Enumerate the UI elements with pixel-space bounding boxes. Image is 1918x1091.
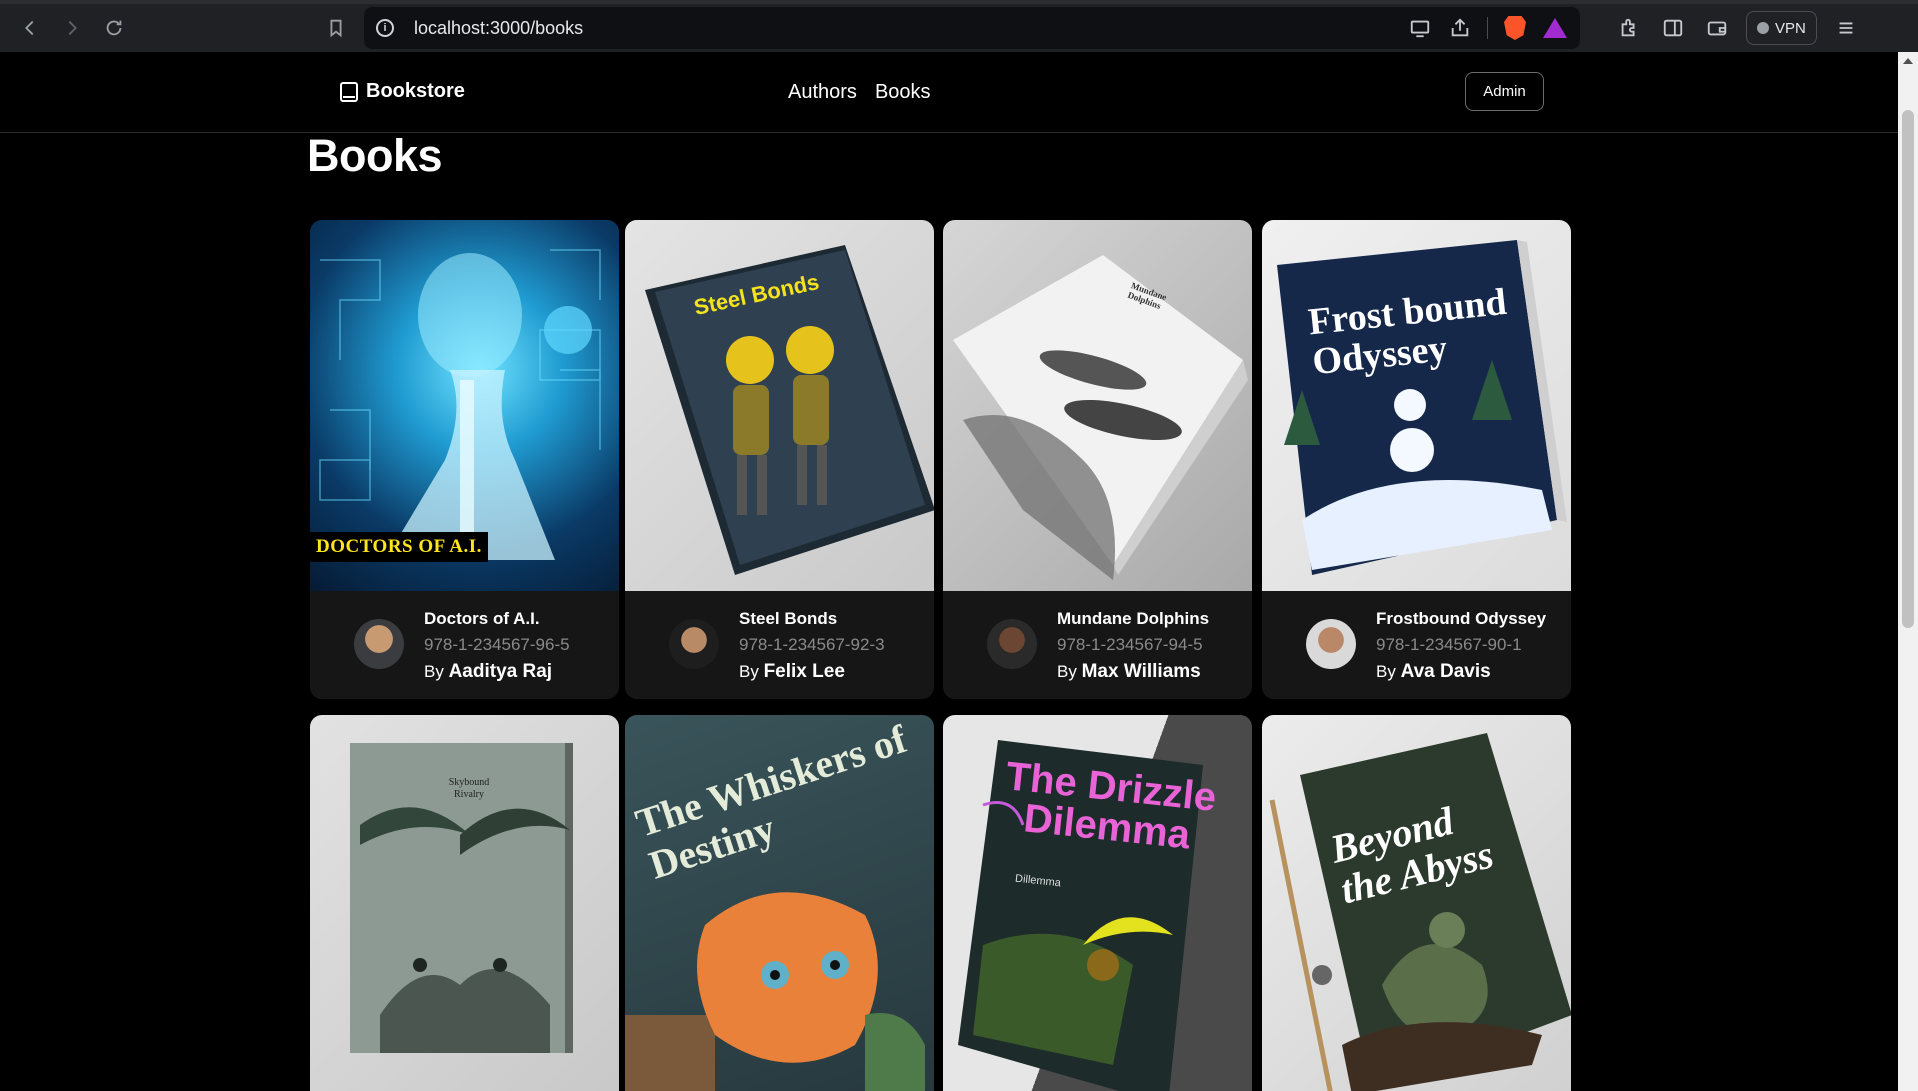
author-name[interactable]: Felix Lee <box>764 661 845 682</box>
book-author: By Felix Lee <box>739 661 845 682</box>
author-name[interactable]: Aaditya Raj <box>449 661 552 682</box>
book-card[interactable]: DOCTORS OF A.I. Doctors of A.I. 978-1-23… <box>310 220 619 699</box>
menu-icon[interactable] <box>1831 13 1861 43</box>
wallet-icon[interactable] <box>1702 13 1732 43</box>
book-cover[interactable]: DOCTORS OF A.I. <box>310 220 619 591</box>
book-title[interactable]: Steel Bonds <box>739 609 885 629</box>
admin-button[interactable]: Admin <box>1465 72 1544 111</box>
book-cover[interactable]: Frost bound Odyssey <box>1262 220 1571 591</box>
book-isbn: 978-1-234567-90-1 <box>1376 635 1522 654</box>
cover-title-text: Skybound Rivalry <box>448 777 490 800</box>
address-bar[interactable]: i localhost:3000/books <box>364 7 1580 49</box>
book-title[interactable]: Doctors of A.I. <box>424 609 570 629</box>
book-card[interactable]: Mundane Dolphins Mundane Dolphins 978-1-… <box>943 220 1252 699</box>
sidebar-icon[interactable] <box>1658 13 1688 43</box>
book-meta: Frostbound Odyssey 978-1-234567-90-1 By … <box>1262 591 1571 699</box>
book-icon <box>340 81 358 102</box>
book-card[interactable]: The Drizzle Dilemma Dillemma <box>943 715 1252 1091</box>
cover-title-text: DOCTORS OF A.I. <box>310 532 488 562</box>
site-info-icon[interactable]: i <box>376 19 394 37</box>
brave-rewards-icon[interactable] <box>1542 15 1568 41</box>
book-cover[interactable]: Beyond the Abyss <box>1262 715 1571 1091</box>
bookmark-icon[interactable] <box>316 8 356 48</box>
author-name[interactable]: Max Williams <box>1082 661 1201 682</box>
scrollbar-thumb[interactable] <box>1902 110 1914 628</box>
book-title[interactable]: Frostbound Odyssey <box>1376 609 1546 629</box>
book-card[interactable]: Frost bound Odyssey Frostbound Odyssey 9… <box>1262 220 1571 699</box>
book-meta: Mundane Dolphins 978-1-234567-94-5 By Ma… <box>943 591 1252 699</box>
book-card[interactable]: Beyond the Abyss <box>1262 715 1571 1091</box>
reload-icon[interactable] <box>94 8 134 48</box>
author-avatar <box>1306 619 1356 669</box>
share-icon[interactable] <box>1447 15 1473 41</box>
book-cover[interactable]: The Drizzle Dilemma Dillemma <box>943 715 1252 1091</box>
book-meta: Steel Bonds 978-1-234567-92-3 By Felix L… <box>625 591 934 699</box>
book-card[interactable]: Skybound Rivalry <box>310 715 619 1091</box>
book-card[interactable]: The Whiskers of Destiny <box>625 715 934 1091</box>
book-author: By Aaditya Raj <box>424 661 553 682</box>
cover-illustration <box>1269 733 1571 1091</box>
book-cover[interactable]: Skybound Rivalry <box>310 715 619 1091</box>
book-author: By Ava Davis <box>1376 661 1491 682</box>
page-scrollbar[interactable] <box>1898 52 1918 1091</box>
site-header: Bookstore Authors Books Admin <box>0 52 1898 133</box>
scroll-up-icon[interactable] <box>1903 58 1913 64</box>
book-card[interactable]: Steel Bonds Steel Bonds 978-1-234567-92-… <box>625 220 934 699</box>
nav-authors[interactable]: Authors <box>788 81 857 104</box>
browser-toolbar: i localhost:3000/books VPN <box>0 0 1918 52</box>
cover-illustration <box>1277 240 1567 575</box>
book-cover[interactable]: The Whiskers of Destiny <box>625 715 934 1091</box>
extensions-icon[interactable] <box>1614 13 1644 43</box>
brand-link[interactable]: Bookstore <box>340 80 465 103</box>
brave-shields-icon[interactable] <box>1502 15 1528 41</box>
vpn-label: VPN <box>1775 19 1806 37</box>
book-isbn: 978-1-234567-94-5 <box>1057 635 1203 654</box>
author-avatar <box>669 619 719 669</box>
url-text[interactable]: localhost:3000/books <box>414 18 1407 39</box>
book-title[interactable]: Mundane Dolphins <box>1057 609 1209 629</box>
site-viewport: Bookstore Authors Books Admin Books DOCT… <box>0 52 1898 1091</box>
author-name[interactable]: Ava Davis <box>1401 661 1491 682</box>
book-cover[interactable]: Mundane Dolphins <box>943 220 1252 591</box>
book-isbn: 978-1-234567-96-5 <box>424 635 570 654</box>
cast-icon[interactable] <box>1407 15 1433 41</box>
page-title: Books <box>307 130 443 181</box>
author-avatar <box>987 619 1037 669</box>
book-isbn: 978-1-234567-92-3 <box>739 635 885 654</box>
vpn-button[interactable]: VPN <box>1746 11 1817 45</box>
book-meta: Doctors of A.I. 978-1-234567-96-5 By Aad… <box>310 591 619 699</box>
forward-icon[interactable] <box>52 8 92 48</box>
cover-illustration <box>350 743 573 1053</box>
nav-books[interactable]: Books <box>875 81 931 104</box>
back-icon[interactable] <box>10 8 50 48</box>
book-cover[interactable]: Steel Bonds <box>625 220 934 591</box>
book-author: By Max Williams <box>1057 661 1201 682</box>
vpn-status-icon <box>1757 22 1769 34</box>
cover-illustration <box>953 255 1248 580</box>
brand-name: Bookstore <box>366 80 465 102</box>
main-nav: Authors Books <box>788 81 931 104</box>
author-avatar <box>354 619 404 669</box>
divider <box>1487 17 1488 39</box>
